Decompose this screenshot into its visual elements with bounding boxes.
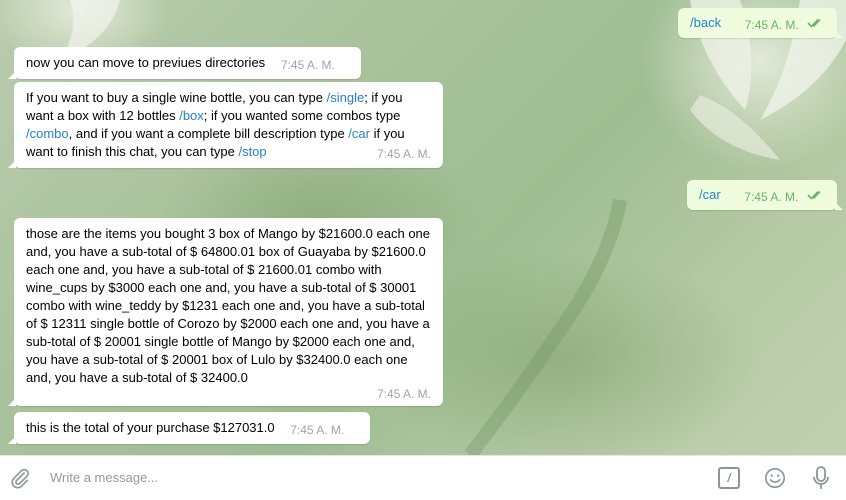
message-time: 7:45 A. M. — [744, 18, 799, 32]
slash-command-icon[interactable]: / — [718, 467, 740, 489]
message-bubble-outgoing[interactable]: /car 7:45 A. M. — [687, 180, 843, 210]
message-bubble-incoming[interactable]: now you can move to previues directories… — [8, 47, 361, 79]
message-text: this is the total of your purchase $1270… — [26, 420, 275, 435]
message-composer: Write a message... / — [0, 455, 846, 500]
message-time: 7:45 A. M. — [290, 423, 345, 437]
message-bubble-incoming[interactable]: this is the total of your purchase $1270… — [8, 412, 370, 444]
message-text: now you can move to previues directories — [26, 55, 266, 70]
message-bubble-outgoing[interactable]: /back 7:45 A. M. — [678, 8, 844, 38]
command-link-car[interactable]: /car — [348, 126, 370, 141]
command-link-box[interactable]: /box — [179, 108, 204, 123]
message-time: 7:45 A. M. — [280, 58, 335, 72]
message-time: 7:45 A. M. — [744, 190, 799, 204]
text-segment: ; if you wanted some combos type — [203, 108, 404, 123]
message-time: 7:45 A. M. — [376, 147, 431, 161]
text-segment: If you want to buy a single wine bottle,… — [26, 90, 327, 105]
paperclip-icon[interactable] — [9, 467, 31, 489]
text-segment: , and if you want a complete bill descri… — [68, 126, 349, 141]
message-time: 7:45 A. M. — [376, 387, 431, 401]
message-text: those are the items you bought 3 box of … — [26, 226, 434, 385]
message-text: If you want to buy a single wine bottle,… — [26, 89, 431, 161]
message-text[interactable]: /back — [690, 15, 721, 30]
double-check-icon — [807, 190, 821, 200]
message-input[interactable]: Write a message... — [50, 470, 690, 485]
command-link-combo[interactable]: /combo — [26, 126, 69, 141]
command-link-single[interactable]: /single — [327, 90, 365, 105]
message-text[interactable]: /car — [699, 187, 721, 202]
message-bubble-incoming[interactable]: If you want to buy a single wine bottle,… — [8, 82, 443, 168]
message-bubble-incoming[interactable]: those are the items you bought 3 box of … — [8, 218, 443, 406]
smiley-icon[interactable] — [764, 467, 786, 489]
microphone-icon[interactable] — [812, 466, 830, 490]
double-check-icon — [807, 18, 821, 28]
command-link-stop[interactable]: /stop — [238, 144, 266, 159]
